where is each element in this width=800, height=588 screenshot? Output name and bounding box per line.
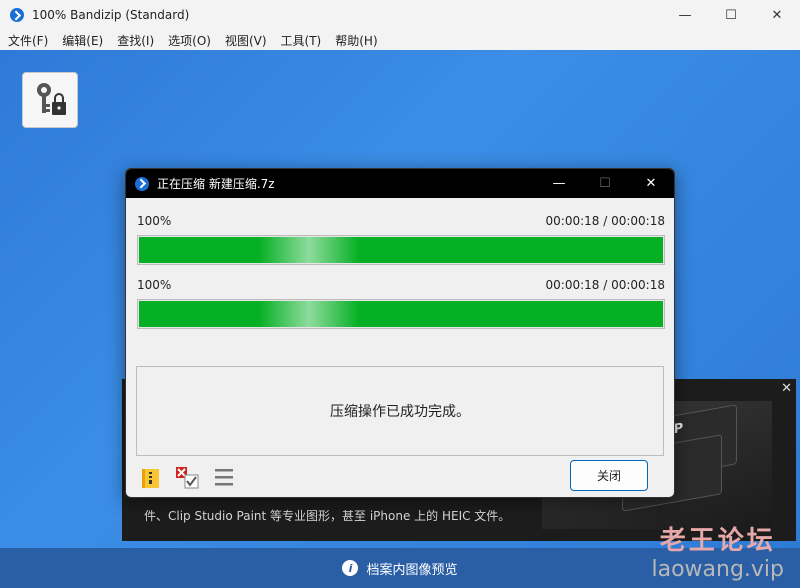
window-controls: — ☐ ✕ bbox=[662, 0, 800, 30]
menu-find[interactable]: 查找(I) bbox=[117, 32, 154, 49]
progress-fill bbox=[139, 301, 663, 327]
progress-fill bbox=[139, 237, 663, 263]
progress-bar bbox=[137, 299, 665, 329]
watermark-en: laowang.vip bbox=[651, 557, 784, 582]
dialog-title: 正在压缩 新建压缩.7z bbox=[157, 177, 275, 191]
progress-time: 00:00:18 / 00:00:18 bbox=[545, 214, 665, 228]
info-icon: i bbox=[342, 560, 359, 576]
menu-file[interactable]: 文件(F) bbox=[8, 32, 48, 49]
folder-archive-icon[interactable] bbox=[140, 466, 164, 490]
menu-tools[interactable]: 工具(T) bbox=[281, 32, 322, 49]
menu-icon[interactable] bbox=[213, 466, 237, 490]
maximize-button[interactable]: ☐ bbox=[708, 0, 754, 30]
menu-help[interactable]: 帮助(H) bbox=[335, 32, 377, 49]
checklist-icon[interactable] bbox=[175, 466, 199, 490]
menu-edit[interactable]: 编辑(E) bbox=[62, 32, 103, 49]
bandizip-app-icon bbox=[135, 176, 149, 191]
preview-label: 档案内图像预览 bbox=[366, 562, 458, 578]
compress-progress-dialog: 正在压缩 新建压缩.7z — ☐ ✕ 100% 00:00:18 / 00:00… bbox=[125, 168, 675, 498]
progress-percent: 100% bbox=[137, 214, 172, 228]
progress-row-total: 100% 00:00:18 / 00:00:18 bbox=[137, 278, 665, 329]
dialog-titlebar: 正在压缩 新建压缩.7z — ☐ ✕ bbox=[126, 169, 674, 198]
close-button[interactable]: ✕ bbox=[754, 0, 800, 30]
dialog-maximize-button: ☐ bbox=[599, 176, 611, 191]
bandizip-app-icon bbox=[10, 8, 24, 22]
ad-text: 件、Clip Studio Paint 等专业图形，甚至 iPhone 上的 H… bbox=[144, 509, 511, 523]
status-message-box: 压缩操作已成功完成。 bbox=[136, 366, 664, 456]
progress-percent: 100% bbox=[137, 278, 172, 292]
watermark: 老王论坛 laowang.vip bbox=[651, 520, 784, 582]
key-lock-icon bbox=[37, 83, 66, 115]
progress-time: 00:00:18 / 00:00:18 bbox=[545, 278, 665, 292]
watermark-cn: 老王论坛 bbox=[659, 526, 776, 556]
minimize-button[interactable]: — bbox=[662, 0, 708, 30]
progress-row-current: 100% 00:00:18 / 00:00:18 bbox=[137, 214, 665, 265]
menu-bar: 文件(F) 编辑(E) 查找(I) 选项(O) 视图(V) 工具(T) 帮助(H… bbox=[0, 30, 800, 50]
dialog-footer: 关闭 bbox=[126, 456, 674, 497]
main-titlebar: 100% Bandizip (Standard) — ☐ ✕ bbox=[0, 0, 800, 30]
dialog-minimize-button[interactable]: — bbox=[536, 169, 582, 198]
dialog-close-action-button[interactable]: 关闭 bbox=[570, 460, 648, 491]
menu-options[interactable]: 选项(O) bbox=[168, 32, 211, 49]
key-lock-button[interactable] bbox=[22, 72, 78, 128]
window-title: 100% Bandizip (Standard) bbox=[32, 8, 190, 22]
status-message: 压缩操作已成功完成。 bbox=[330, 404, 470, 420]
dialog-window-controls: — ☐ ✕ bbox=[536, 169, 674, 198]
menu-view[interactable]: 视图(V) bbox=[225, 32, 267, 49]
progress-bar bbox=[137, 235, 665, 265]
ad-close-icon[interactable]: ✕ bbox=[781, 381, 792, 396]
dialog-close-button[interactable]: ✕ bbox=[628, 169, 674, 198]
